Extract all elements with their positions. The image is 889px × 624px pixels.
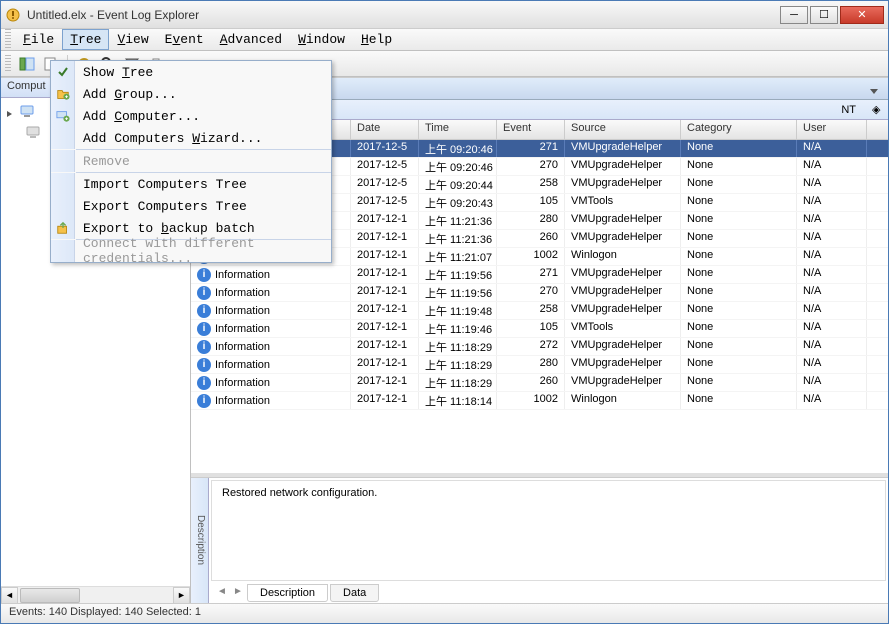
menu-help[interactable]: Help (353, 29, 400, 50)
desc-tab-description[interactable]: Description (247, 584, 328, 602)
titlebar: Untitled.elx - Event Log Explorer ─ ☐ ✕ (1, 1, 888, 29)
table-row[interactable]: iInformation2017-12-1上午 11:19:56271VMUpg… (191, 266, 888, 284)
table-row[interactable]: iInformation2017-12-1上午 11:18:141002Winl… (191, 392, 888, 410)
description-tabs: ◄ ► Description Data (209, 583, 888, 603)
menu-event[interactable]: Event (157, 29, 212, 50)
menu-file[interactable]: File (15, 29, 62, 50)
desc-tab-next-icon[interactable]: ► (231, 586, 245, 600)
table-row[interactable]: iInformation2017-12-1上午 11:19:56270VMUpg… (191, 284, 888, 302)
description-text[interactable]: Restored network configuration. (211, 480, 886, 581)
table-row[interactable]: iInformation2017-12-1上午 11:19:48258VMUpg… (191, 302, 888, 320)
sidebar-hscroll[interactable]: ◄ ► (1, 586, 190, 603)
table-row[interactable]: iInformation2017-12-1上午 11:18:29272VMUpg… (191, 338, 888, 356)
table-row[interactable]: iInformation2017-12-1上午 11:18:29280VMUpg… (191, 356, 888, 374)
menu-advanced[interactable]: Advanced (212, 29, 290, 50)
table-row[interactable]: iInformation2017-12-1上午 11:19:46105VMToo… (191, 320, 888, 338)
menu-view[interactable]: View (109, 29, 156, 50)
menu-item-add-group[interactable]: Add Group... (51, 83, 331, 105)
desc-tab-data[interactable]: Data (330, 584, 379, 602)
info-icon: i (197, 358, 211, 372)
col-date[interactable]: Date (351, 120, 419, 139)
blank-icon (51, 195, 75, 217)
table-row[interactable]: iInformation2017-12-1上午 11:18:29260VMUpg… (191, 374, 888, 392)
folder-plus-icon (51, 83, 75, 105)
menu-item-export-computers-tree[interactable]: Export Computers Tree (51, 195, 331, 217)
scroll-thumb[interactable] (20, 588, 80, 603)
blank-icon (51, 173, 75, 195)
menu-item-remove: Remove (51, 150, 331, 172)
log-icon (25, 124, 41, 143)
window-title: Untitled.elx - Event Log Explorer (27, 8, 780, 22)
blank-icon (51, 127, 75, 149)
close-button[interactable]: ✕ (840, 6, 884, 24)
info-icon: i (197, 304, 211, 318)
tree-menu-dropdown: Show TreeAdd Group...Add Computer...Add … (50, 60, 332, 263)
info-icon: i (197, 286, 211, 300)
menubar-grip (5, 29, 11, 50)
minimize-button[interactable]: ─ (780, 6, 808, 24)
check-icon (51, 61, 75, 83)
col-source[interactable]: Source (565, 120, 681, 139)
menu-item-add-computers-wizard[interactable]: Add Computers Wizard... (51, 127, 331, 149)
menubar: FileTreeViewEventAdvancedWindowHelp (1, 29, 888, 51)
tab-dropdown[interactable] (864, 81, 884, 99)
collapse-icon[interactable] (5, 108, 15, 118)
scroll-left-icon[interactable]: ◄ (1, 587, 18, 604)
menu-tree[interactable]: Tree (62, 29, 109, 50)
nt-label: NT (833, 104, 864, 116)
col-event[interactable]: Event (497, 120, 565, 139)
app-icon (5, 7, 21, 23)
info-icon: i (197, 340, 211, 354)
description-pane: Description Restored network configurati… (191, 477, 888, 603)
desc-tab-prev-icon[interactable]: ◄ (215, 586, 229, 600)
info-icon: i (197, 394, 211, 408)
blank-icon (51, 150, 75, 172)
menu-item-connect-with-different-credentials: Connect with different credentials... (51, 240, 331, 262)
statusbar: Events: 140 Displayed: 140 Selected: 1 (1, 603, 888, 623)
menu-window[interactable]: Window (290, 29, 353, 50)
info-icon: i (197, 268, 211, 282)
col-time[interactable]: Time (419, 120, 497, 139)
maximize-button[interactable]: ☐ (810, 6, 838, 24)
menu-item-show-tree[interactable]: Show Tree (51, 61, 331, 83)
toolbar-grip (5, 55, 11, 73)
export-icon (51, 217, 75, 239)
tree-toggle-icon[interactable] (17, 54, 37, 74)
menu-item-import-computers-tree[interactable]: Import Computers Tree (51, 173, 331, 195)
col-category[interactable]: Category (681, 120, 797, 139)
chip-icon: ◈ (864, 103, 888, 116)
computer-plus-icon (51, 105, 75, 127)
description-side-label: Description (191, 478, 209, 603)
menu-item-add-computer[interactable]: Add Computer... (51, 105, 331, 127)
info-icon: i (197, 376, 211, 390)
scroll-right-icon[interactable]: ► (173, 587, 190, 604)
blank-icon (51, 240, 75, 262)
info-icon: i (197, 322, 211, 336)
computer-icon (19, 103, 35, 122)
col-user[interactable]: User (797, 120, 867, 139)
chevron-down-icon (870, 89, 878, 94)
